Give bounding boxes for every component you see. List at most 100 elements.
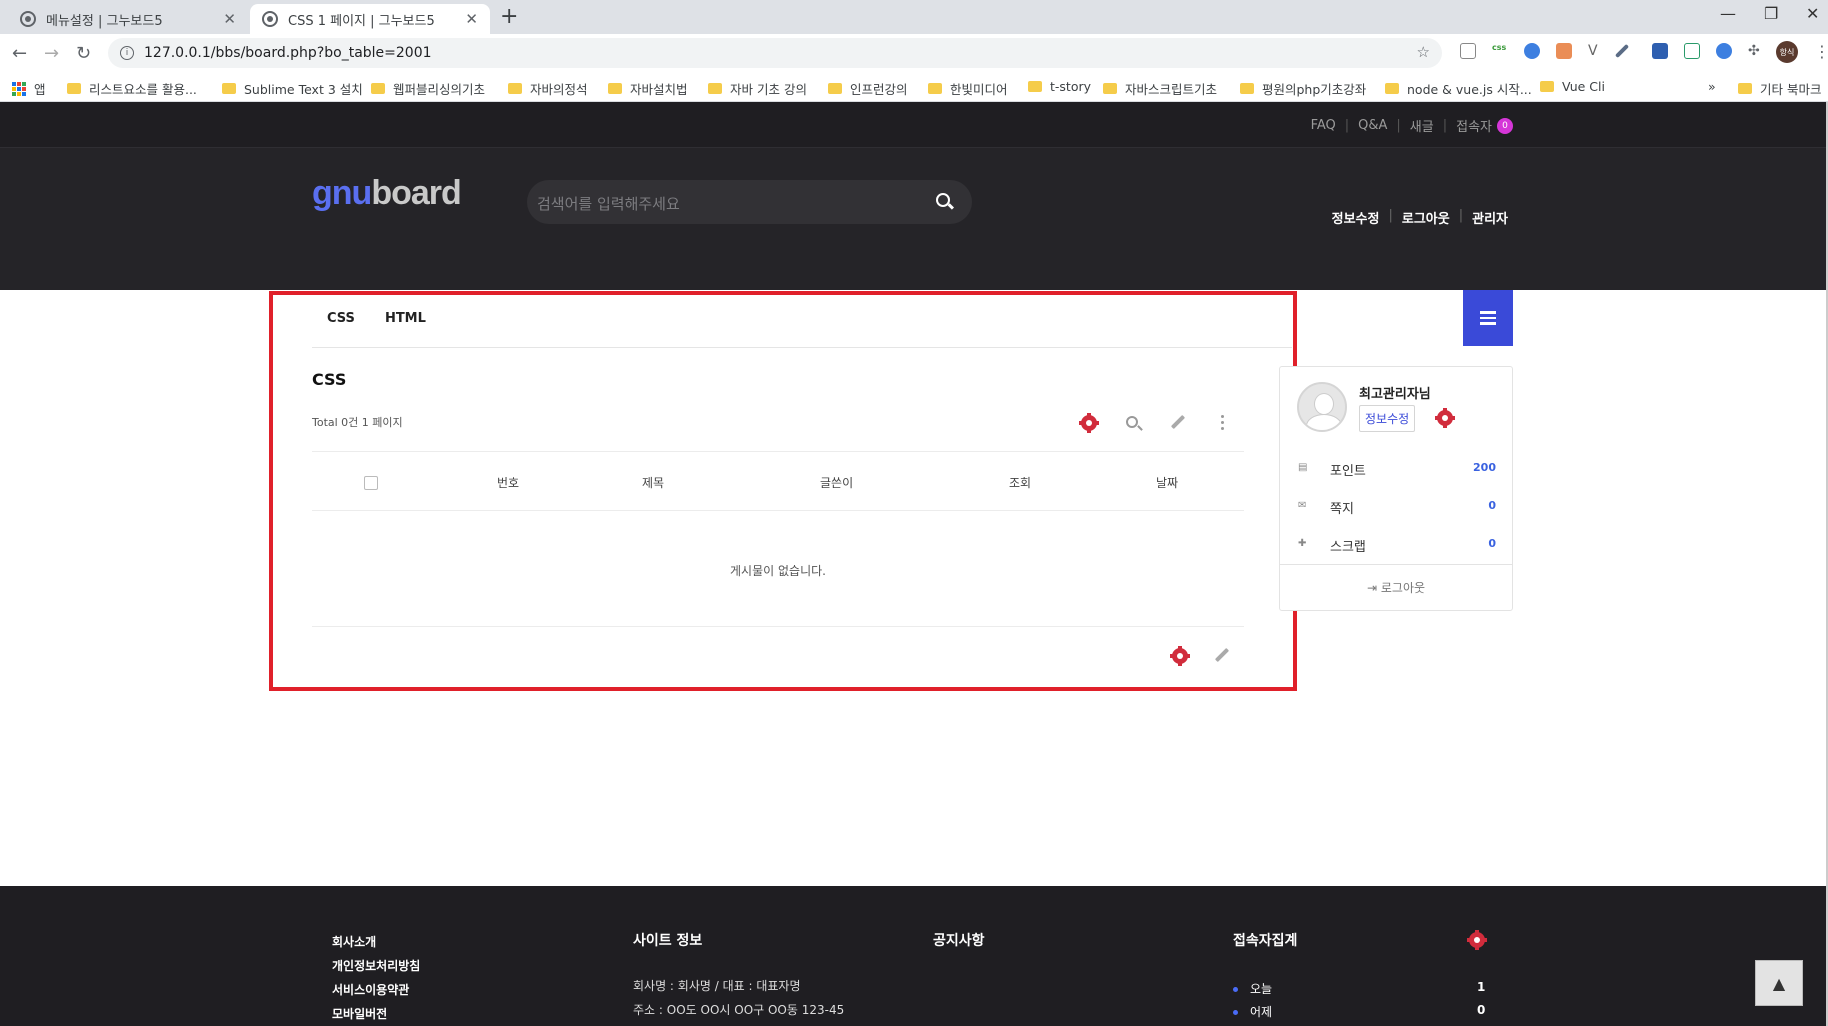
bookmark-folder[interactable]: t-story xyxy=(1028,79,1091,94)
site-logo[interactable]: gnuboard xyxy=(312,174,462,213)
qna-link[interactable]: Q&A xyxy=(1358,118,1387,133)
bookmark-folder[interactable]: Vue Cli xyxy=(1540,79,1605,94)
naver-extension-icon[interactable] xyxy=(1684,43,1700,59)
webpage: FAQ | Q&A | 새글 | 접속자 0 gnuboard 검색어를 입력해… xyxy=(0,102,1828,1026)
footer-link-terms[interactable]: 서비스이용약관 xyxy=(332,978,420,1002)
profile-avatar[interactable]: 항식 xyxy=(1776,41,1798,63)
bookmark-folder[interactable]: 리스트요소를 활용... xyxy=(67,79,197,98)
new-tab-button[interactable]: + xyxy=(500,4,518,29)
bookmark-folder[interactable]: Sublime Text 3 설치 xyxy=(222,79,363,98)
more-options-icon[interactable] xyxy=(1221,415,1224,430)
bookmark-label: 앱 xyxy=(34,82,46,97)
gear-icon[interactable] xyxy=(1467,930,1487,950)
browser-tab-menu-settings[interactable]: 메뉴설정 | 그누보드5 ✕ xyxy=(8,4,248,34)
column-date: 날짜 xyxy=(1156,476,1179,490)
hamburger-menu-button[interactable] xyxy=(1463,290,1513,346)
menu-item-css[interactable]: CSS xyxy=(327,311,355,326)
minimize-icon[interactable]: — xyxy=(1720,4,1736,23)
pencil-icon[interactable] xyxy=(1170,414,1186,430)
footer-link-privacy[interactable]: 개인정보처리방침 xyxy=(332,954,420,978)
folder-icon xyxy=(1738,83,1752,94)
sidebar-logout-button[interactable]: ⇥ 로그아웃 xyxy=(1280,564,1512,610)
folder-icon xyxy=(1540,81,1554,92)
folder-icon xyxy=(828,83,842,94)
bookmark-folder[interactable]: 한빛미디어 xyxy=(928,79,1008,98)
extension-icon[interactable] xyxy=(1460,43,1476,59)
bookmark-label: node & vue.js 시작... xyxy=(1407,82,1532,97)
reload-icon[interactable]: ↻ xyxy=(76,43,91,64)
folder-icon xyxy=(67,83,81,94)
bookmark-folder[interactable]: 평원의php기초강좌 xyxy=(1240,79,1366,98)
bookmarks-overflow-button[interactable]: » xyxy=(1708,79,1716,94)
stat-value: 1 xyxy=(1477,980,1486,994)
stat-yesterday: 어제 0 xyxy=(1233,1003,1485,1020)
folder-icon xyxy=(1028,81,1042,92)
bookmark-folder[interactable]: 인프런강의 xyxy=(828,79,908,98)
faq-link[interactable]: FAQ xyxy=(1311,118,1336,133)
footer-link-about[interactable]: 회사소개 xyxy=(332,930,420,954)
address-bar[interactable]: i 127.0.0.1/bbs/board.php?bo_table=2001 … xyxy=(108,38,1442,68)
bookmark-folder[interactable]: node & vue.js 시작... xyxy=(1385,79,1532,98)
back-arrow-icon[interactable]: ← xyxy=(12,43,27,64)
bookmark-folder[interactable]: 자바의정석 xyxy=(508,79,588,98)
browser-tab-css[interactable]: CSS 1 페이지 | 그누보드5 ✕ xyxy=(250,4,490,34)
footer-link-mobile[interactable]: 모바일버전 xyxy=(332,1002,420,1026)
bookmark-label: 한빛미디어 xyxy=(950,82,1008,97)
globe-extension-icon[interactable] xyxy=(1524,43,1540,59)
new-posts-link[interactable]: 새글 xyxy=(1410,116,1434,135)
other-bookmarks[interactable]: 기타 북마크 xyxy=(1738,79,1821,98)
pencil-icon[interactable] xyxy=(1214,647,1230,663)
bookmark-folder[interactable]: 자바 기초 강의 xyxy=(708,79,807,98)
gear-icon[interactable] xyxy=(1435,408,1455,428)
logo-part-board: board xyxy=(371,174,461,212)
sign-out-icon: ⇥ xyxy=(1366,581,1378,595)
select-all-checkbox[interactable] xyxy=(364,476,378,490)
profile-extension-icon[interactable] xyxy=(1716,43,1732,59)
chrome-menu-icon[interactable]: ⋮ xyxy=(1814,42,1828,61)
row-label: 스크랩 xyxy=(1330,540,1366,555)
visitor-count-badge: 0 xyxy=(1497,117,1513,134)
bookmark-apps[interactable]: 앱 xyxy=(12,79,46,98)
site-search-box[interactable]: 검색어를 입력해주세요 xyxy=(527,180,972,224)
site-info-line: 주소 : OO도 OO시 OO구 OO동 123-45 xyxy=(633,1003,845,1017)
user-nav: 정보수정 | 로그아웃 | 관리자 xyxy=(1331,208,1508,227)
browser-tabstrip: 메뉴설정 | 그누보드5 ✕ CSS 1 페이지 | 그누보드5 ✕ + — ❐… xyxy=(0,0,1828,34)
forward-arrow-icon[interactable]: → xyxy=(44,43,59,64)
bookmark-label: 자바의정석 xyxy=(530,82,588,97)
bookmark-folder[interactable]: 자바설치법 xyxy=(608,79,688,98)
sidebar-row-scrap[interactable]: ✚ 스크랩 0 xyxy=(1280,526,1512,564)
bookmark-folder[interactable]: 자바스크립트기초 xyxy=(1103,79,1217,98)
restore-icon[interactable]: ❐ xyxy=(1764,4,1778,23)
gear-icon[interactable] xyxy=(1079,413,1099,433)
pin-icon: ✚ xyxy=(1298,538,1307,549)
download-extension-icon[interactable] xyxy=(1652,43,1668,59)
bookmark-label: 평원의php기초강좌 xyxy=(1262,82,1367,97)
browser-toolbar: ← → ↻ i 127.0.0.1/bbs/board.php?bo_table… xyxy=(0,34,1828,72)
search-icon[interactable] xyxy=(936,193,950,207)
info-icon[interactable]: i xyxy=(120,46,134,60)
scroll-to-top-button[interactable]: ▲ xyxy=(1755,960,1803,1006)
board-table-header: 번호 제목 글쓴이 조회 날짜 xyxy=(312,451,1244,511)
bookmark-folder[interactable]: 웹퍼블리싱의기초 xyxy=(371,79,485,98)
calendar-extension-icon[interactable] xyxy=(1556,43,1572,59)
edit-profile-button[interactable]: 정보수정 xyxy=(1359,405,1416,432)
puzzle-icon[interactable]: ✣ xyxy=(1748,43,1764,59)
edit-profile-link[interactable]: 정보수정 xyxy=(1332,208,1380,227)
sidebar-row-memo[interactable]: ✉ 쪽지 0 xyxy=(1280,488,1512,526)
logout-link[interactable]: 로그아웃 xyxy=(1402,208,1450,227)
stat-today: 오늘 1 xyxy=(1233,980,1485,997)
vue-extension-icon[interactable]: V xyxy=(1588,43,1604,59)
sidebar-row-points[interactable]: ▤ 포인트 200 xyxy=(1280,450,1512,488)
close-icon[interactable]: ✕ xyxy=(223,10,236,28)
search-icon[interactable] xyxy=(1126,416,1138,428)
menu-item-html[interactable]: HTML xyxy=(385,311,426,326)
visitors-link[interactable]: 접속자 xyxy=(1456,116,1492,135)
admin-link[interactable]: 관리자 xyxy=(1472,208,1508,227)
close-window-icon[interactable]: ✕ xyxy=(1806,4,1819,23)
gear-icon[interactable] xyxy=(1170,646,1190,666)
search-input[interactable]: 검색어를 입력해주세요 xyxy=(537,193,680,214)
arrow-up-icon: ▲ xyxy=(1772,973,1786,993)
close-icon[interactable]: ✕ xyxy=(465,10,478,28)
bookmark-star-icon[interactable]: ☆ xyxy=(1417,43,1430,61)
css-extension-icon[interactable]: css xyxy=(1492,43,1508,59)
